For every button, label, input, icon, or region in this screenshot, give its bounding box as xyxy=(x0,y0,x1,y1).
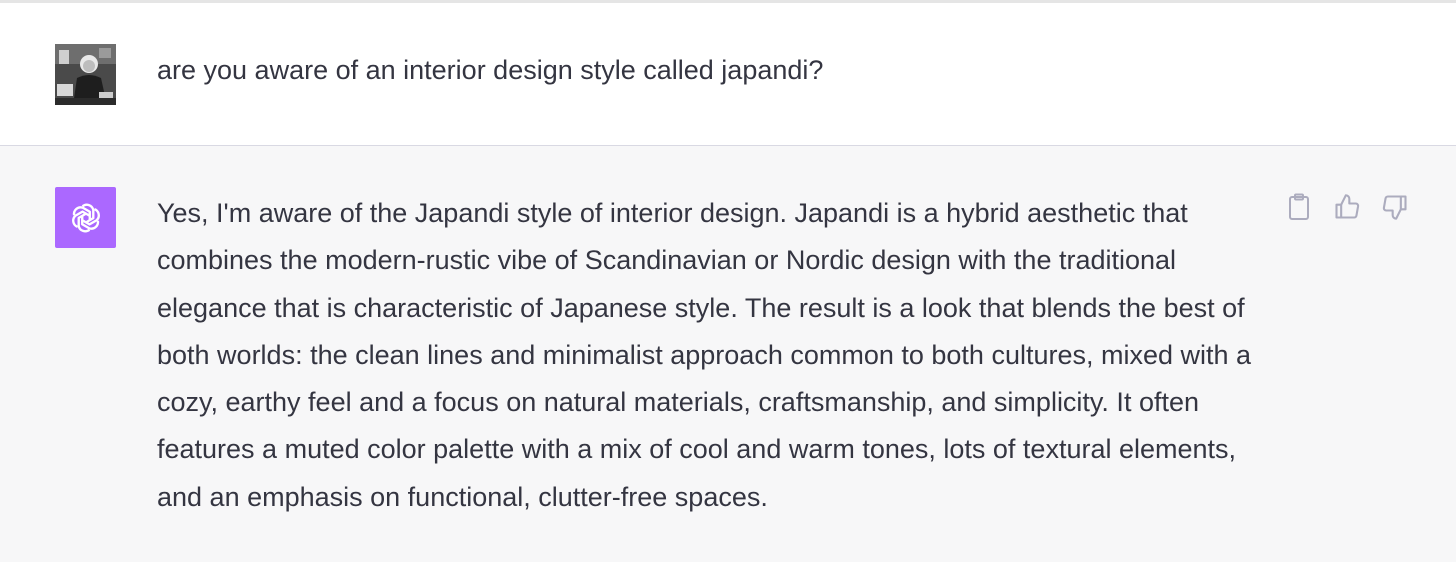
openai-logo-icon xyxy=(71,203,100,232)
assistant-text-line: and an emphasis on functional, clutter-f… xyxy=(157,481,768,512)
assistant-text-line: Yes, I'm aware of the Japandi style of i… xyxy=(157,198,1188,228)
thumbs-up-button[interactable] xyxy=(1332,192,1361,222)
assistant-message-text: Yes, I'm aware of the Japandi style of i… xyxy=(157,190,1267,521)
assistant-text-line: elegance that is characteristic of Japan… xyxy=(157,292,1245,323)
user-photo-avatar xyxy=(55,44,116,105)
copy-button[interactable] xyxy=(1284,192,1313,222)
assistant-text-line: both worlds: the clean lines and minimal… xyxy=(157,339,1252,370)
message-actions xyxy=(1284,192,1409,222)
thumbs-down-icon xyxy=(1382,195,1407,220)
user-message-text: are you aware of an interior design styl… xyxy=(157,55,824,85)
assistant-text-line: combines the modern-rustic vibe of Scand… xyxy=(157,245,1177,276)
assistant-message-row: Yes, I'm aware of the Japandi style of i… xyxy=(0,146,1456,562)
assistant-text-line: features a muted color palette with a mi… xyxy=(157,434,1237,465)
clipboard-icon xyxy=(1288,193,1309,220)
assistant-avatar xyxy=(55,187,116,248)
assistant-text-line: cozy, earthy feel and a focus on natural… xyxy=(157,387,1199,418)
user-avatar xyxy=(55,44,116,105)
thumbs-up-icon xyxy=(1334,194,1359,219)
user-message-row: are you aware of an interior design styl… xyxy=(0,3,1456,146)
thumbs-down-button[interactable] xyxy=(1380,192,1409,222)
